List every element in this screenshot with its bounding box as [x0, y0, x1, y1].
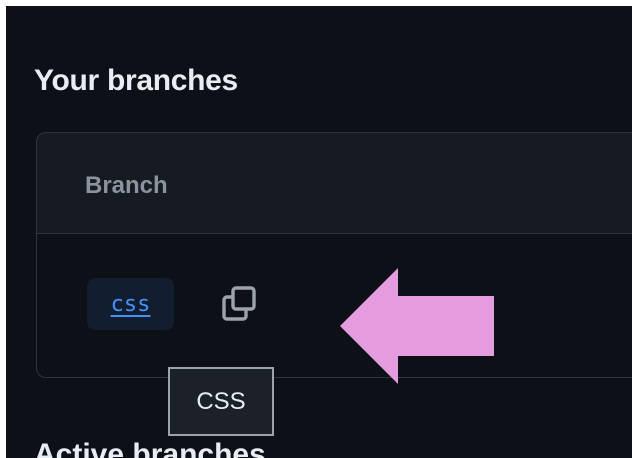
branch-tooltip: CSS	[168, 367, 274, 436]
copy-icon	[222, 286, 256, 321]
table-row: css	[37, 234, 632, 377]
copy-branch-name-button[interactable]	[215, 280, 263, 328]
branch-column-header: Branch	[85, 172, 168, 199]
active-branches-heading: Active branches	[34, 438, 266, 458]
branch-name-link[interactable]: css	[111, 292, 151, 317]
pointer-arrow-annotation	[340, 268, 494, 384]
branches-table: Branch css	[36, 132, 632, 378]
page-frame: Your branches Branch css CSS Active bran…	[6, 6, 632, 458]
table-header: Branch	[37, 133, 632, 234]
your-branches-heading: Your branches	[34, 64, 238, 97]
branch-name-pill[interactable]: css	[87, 278, 174, 330]
